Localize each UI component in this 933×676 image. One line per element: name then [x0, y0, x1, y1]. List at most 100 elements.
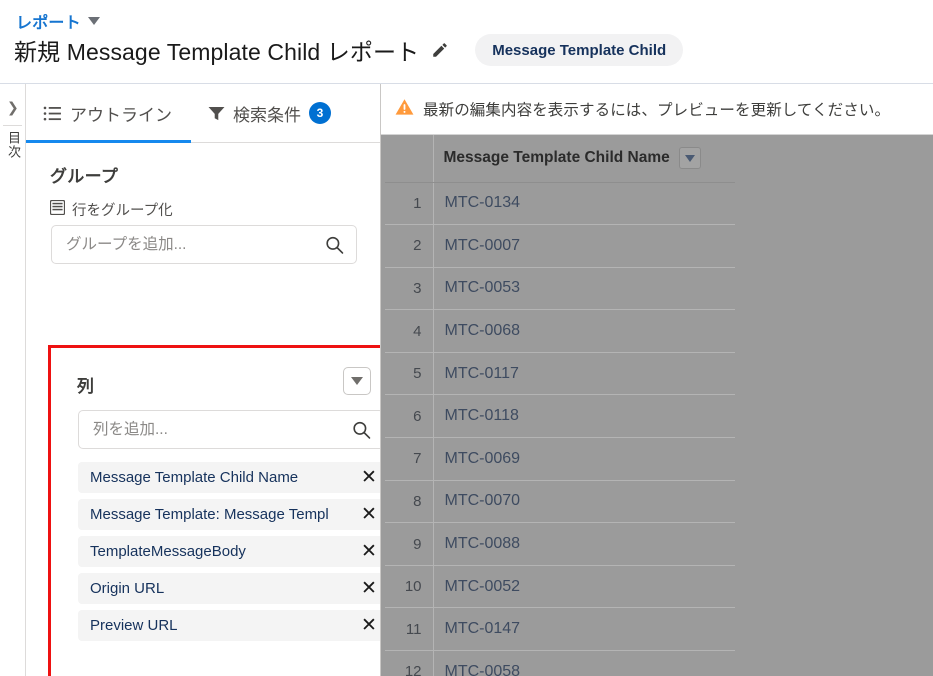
report-preview-pane: 最新の編集内容を表示するには、プレビューを更新してください。 Message T…: [381, 84, 933, 676]
column-list: Message Template Child Name ✕ Message Te…: [78, 462, 380, 647]
column-item-label: Origin URL: [90, 580, 165, 597]
column-item-label: Preview URL: [90, 617, 178, 634]
cell-name[interactable]: MTC-0134: [433, 182, 735, 226]
add-column-search[interactable]: [78, 410, 380, 449]
tab-filters-label: 検索条件: [233, 105, 301, 125]
table-row[interactable]: 7 MTC-0069: [385, 437, 735, 481]
cell-name[interactable]: MTC-0118: [433, 394, 735, 439]
columns-section: 列 Message Template Child Name: [48, 345, 380, 676]
cell-name[interactable]: MTC-0069: [433, 437, 735, 481]
caret-down-icon: [684, 154, 695, 162]
list-item[interactable]: TemplateMessageBody ✕: [78, 536, 380, 567]
group-rows-subheader: 行をグループ化: [49, 199, 173, 220]
add-group-search[interactable]: [51, 225, 357, 264]
close-icon[interactable]: ✕: [352, 540, 380, 563]
row-number: 4: [385, 309, 434, 353]
chevron-right-icon[interactable]: ❯: [7, 100, 19, 114]
cell-name[interactable]: MTC-0068: [433, 309, 735, 353]
cell-name[interactable]: MTC-0117: [433, 352, 735, 396]
columns-menu-button[interactable]: [343, 367, 371, 395]
row-number: 5: [385, 352, 434, 396]
page-header: レポート 新規 Message Template Child レポート Mess…: [0, 0, 933, 84]
warning-triangle-icon: [395, 98, 414, 121]
row-number: 8: [385, 480, 434, 524]
close-icon[interactable]: ✕: [352, 503, 380, 526]
cell-name[interactable]: MTC-0147: [433, 607, 735, 652]
table-row[interactable]: 10 MTC-0052: [385, 565, 735, 609]
table-row[interactable]: 4 MTC-0068: [385, 309, 735, 353]
filter-funnel-icon: [208, 106, 225, 121]
filter-count-badge: 3: [309, 102, 331, 124]
list-item[interactable]: Preview URL ✕: [78, 610, 380, 641]
rail-toc-label[interactable]: 目次: [3, 131, 23, 159]
rows-icon: [49, 199, 66, 219]
breadcrumb: レポート: [16, 9, 100, 33]
row-number: 3: [385, 267, 434, 311]
list-item[interactable]: Origin URL ✕: [78, 573, 380, 604]
row-number: 12: [385, 650, 434, 676]
row-number: 2: [385, 224, 434, 268]
add-column-input[interactable]: [79, 411, 380, 448]
table-row[interactable]: 8 MTC-0070: [385, 480, 735, 524]
column-item-label: TemplateMessageBody: [90, 543, 246, 560]
preview-stale-notice: 最新の編集内容を表示するには、プレビューを更新してください。: [381, 84, 933, 135]
row-number: 7: [385, 437, 434, 481]
caret-down-icon: [351, 377, 363, 385]
preview-stale-notice-text: 最新の編集内容を表示するには、プレビューを更新してください。: [423, 102, 891, 119]
caret-down-icon[interactable]: [87, 17, 100, 25]
rail-divider: [3, 125, 22, 126]
row-number: 1: [385, 182, 434, 226]
tab-outline-label: アウトライン: [70, 105, 172, 125]
cell-name[interactable]: MTC-0058: [433, 650, 735, 676]
column-item-label: Message Template Child Name: [90, 469, 299, 486]
row-number: 9: [385, 522, 434, 566]
left-rail: ❯ 目次: [0, 84, 26, 676]
tab-filters[interactable]: 検索条件 3: [191, 84, 350, 142]
table-row[interactable]: 5 MTC-0117: [385, 352, 735, 396]
table-row[interactable]: 6 MTC-0118: [385, 394, 735, 439]
cell-name[interactable]: MTC-0053: [433, 267, 735, 311]
column-header-name-label: Message Template Child Name: [443, 149, 670, 167]
outline-list-icon: [43, 106, 62, 121]
column-header-name[interactable]: Message Template Child Name: [433, 135, 735, 183]
breadcrumb-link-reports[interactable]: レポート: [16, 9, 81, 33]
group-section-title: グループ: [50, 167, 119, 186]
close-icon[interactable]: ✕: [352, 614, 380, 637]
table-header-row: Message Template Child Name: [385, 135, 735, 183]
cell-name[interactable]: MTC-0070: [433, 480, 735, 524]
table-row[interactable]: 12 MTC-0058: [385, 650, 735, 676]
tab-outline[interactable]: アウトライン: [26, 84, 191, 143]
row-number: 11: [385, 607, 434, 652]
row-number: 6: [385, 394, 434, 439]
list-item[interactable]: Message Template Child Name ✕: [78, 462, 380, 493]
table-row[interactable]: 1 MTC-0134: [385, 182, 735, 226]
table-body: 1 MTC-0134 2 MTC-0007 3 MTC-0053 4 MTC-0…: [385, 182, 735, 676]
table-row[interactable]: 3 MTC-0053: [385, 267, 735, 311]
row-number: 10: [385, 565, 434, 609]
pencil-icon[interactable]: [430, 41, 449, 60]
preview-grid-wrapper: Message Template Child Name 1 MTC-0134 2…: [381, 135, 933, 676]
row-number-header: [385, 135, 434, 183]
group-rows-label: 行をグループ化: [72, 203, 173, 219]
panel-tabbar: アウトライン 検索条件 3: [26, 84, 380, 143]
table-row[interactable]: 11 MTC-0147: [385, 607, 735, 652]
column-header-menu-button[interactable]: [678, 147, 701, 170]
preview-data-table: Message Template Child Name 1 MTC-0134 2…: [385, 135, 735, 676]
app-root: レポート 新規 Message Template Child レポート Mess…: [0, 0, 933, 676]
title-row: 新規 Message Template Child レポート Message T…: [14, 33, 684, 67]
list-item[interactable]: Message Template: Message Templ ✕: [78, 499, 380, 530]
close-icon[interactable]: ✕: [352, 466, 380, 489]
page-title: 新規 Message Template Child レポート: [14, 39, 420, 65]
table-row[interactable]: 9 MTC-0088: [385, 522, 735, 566]
table-row[interactable]: 2 MTC-0007: [385, 224, 735, 268]
cell-name[interactable]: MTC-0052: [433, 565, 735, 609]
column-item-label: Message Template: Message Templ: [90, 506, 329, 523]
add-group-input[interactable]: [52, 226, 356, 263]
outline-panel: アウトライン 検索条件 3 グループ 行をグループ化 グループを追加... 列 …: [26, 84, 381, 676]
cell-name[interactable]: MTC-0088: [433, 522, 735, 566]
object-type-pill: Message Template Child: [475, 34, 684, 66]
close-icon[interactable]: ✕: [352, 577, 380, 600]
columns-section-title: 列: [77, 377, 95, 396]
cell-name[interactable]: MTC-0007: [433, 224, 735, 268]
table-header: Message Template Child Name: [385, 135, 735, 183]
